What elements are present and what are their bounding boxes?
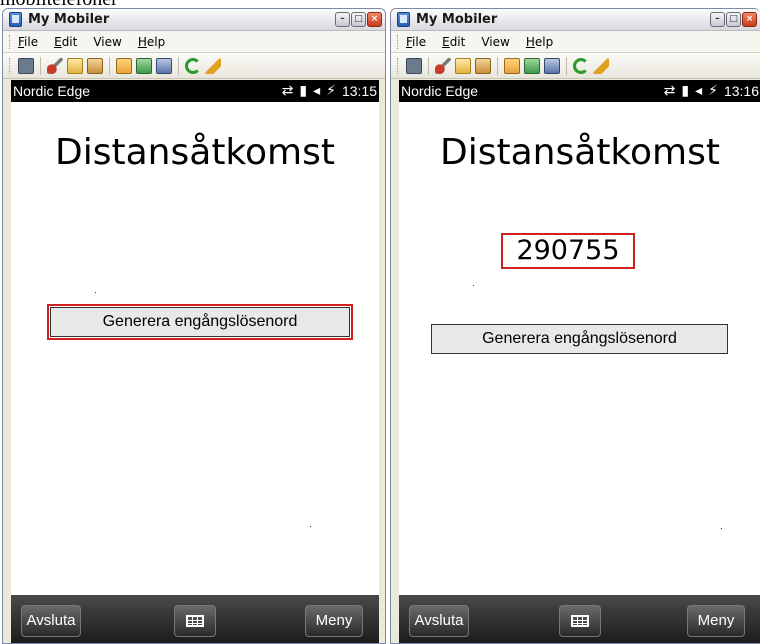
monitor-icon[interactable] (18, 57, 34, 74)
title-bar[interactable]: My Mobiler – □ × (3, 9, 385, 31)
plug-icon: ⚡ (708, 83, 718, 99)
clean-icon[interactable] (593, 57, 609, 74)
volume-icon: ◂ (695, 83, 703, 99)
toolbar-separator (109, 56, 110, 75)
screen2-icon[interactable] (524, 57, 540, 74)
toolbar-separator (497, 56, 498, 75)
toolbar-grip (9, 57, 12, 74)
cut-icon[interactable] (435, 57, 451, 74)
sync-icon: ⇄ (663, 83, 676, 99)
app-title: Distansåtkomst (55, 132, 335, 173)
copy-icon[interactable] (67, 57, 83, 74)
menu-grip (397, 34, 400, 49)
app-icon (397, 12, 410, 27)
sync-icon: ⇄ (281, 83, 294, 99)
stray-dot (721, 528, 722, 529)
maximize-icon[interactable]: □ (726, 12, 741, 27)
softkey-exit[interactable]: Avsluta (409, 605, 469, 637)
signal-icon: ▮ (681, 83, 690, 99)
screen3-icon[interactable] (156, 57, 172, 74)
menu-grip (9, 34, 12, 49)
toolbar-separator (428, 56, 429, 75)
volume-icon: ◂ (313, 83, 321, 99)
minimize-icon[interactable]: – (710, 12, 725, 27)
close-icon[interactable]: × (367, 12, 382, 27)
generate-otp-button[interactable]: Generera engångslösenord (47, 304, 353, 340)
refresh-icon[interactable] (185, 57, 201, 74)
mobiler-window-left: My Mobiler – □ × File Edit View Help Nor… (2, 8, 386, 644)
softkey-menu[interactable]: Meny (305, 605, 363, 637)
softkey-menu[interactable]: Meny (687, 605, 745, 637)
toolbar-separator (178, 56, 179, 75)
carrier-name: Nordic Edge (401, 83, 479, 99)
toolbar (391, 53, 760, 79)
device-screen: Nordic Edge ⇄ ▮ ◂ ⚡ 13:16 Distansåtkomst… (399, 80, 760, 643)
carrier-name: Nordic Edge (13, 83, 91, 99)
toolbar-separator (566, 56, 567, 75)
menu-bar: File Edit View Help (3, 31, 385, 53)
menu-edit[interactable]: Edit (54, 35, 77, 49)
copy-icon[interactable] (455, 57, 471, 74)
window-title: My Mobiler (416, 12, 498, 27)
status-bar: Nordic Edge ⇄ ▮ ◂ ⚡ 13:16 (399, 80, 760, 102)
stray-dot (310, 526, 311, 527)
plug-icon: ⚡ (326, 83, 336, 99)
clean-icon[interactable] (205, 57, 221, 74)
keyboard-icon (186, 615, 204, 627)
screen2-icon[interactable] (136, 57, 152, 74)
refresh-icon[interactable] (573, 57, 589, 74)
maximize-icon[interactable]: □ (351, 12, 366, 27)
paste-icon[interactable] (87, 57, 103, 74)
keyboard-button[interactable] (559, 605, 601, 637)
clock: 13:16 (723, 83, 759, 99)
softkey-exit[interactable]: Avsluta (21, 605, 81, 637)
soft-key-bar: Avsluta Meny (11, 595, 379, 643)
clock: 13:15 (341, 83, 377, 99)
status-bar: Nordic Edge ⇄ ▮ ◂ ⚡ 13:15 (11, 80, 379, 102)
generate-otp-button[interactable]: Generera engångslösenord (431, 324, 728, 354)
paste-icon[interactable] (475, 57, 491, 74)
toolbar-grip (397, 57, 400, 74)
title-bar[interactable]: My Mobiler – □ × (391, 9, 760, 31)
menu-view[interactable]: View (93, 35, 121, 49)
minimize-icon[interactable]: – (335, 12, 350, 27)
cut-icon[interactable] (47, 57, 63, 74)
window-title: My Mobiler (28, 12, 110, 27)
monitor-icon[interactable] (406, 57, 422, 74)
menu-edit[interactable]: Edit (442, 35, 465, 49)
menu-help[interactable]: Help (138, 35, 165, 49)
menu-file[interactable]: File (406, 35, 426, 49)
soft-key-bar: Avsluta Meny (399, 595, 760, 643)
keyboard-button[interactable] (174, 605, 216, 637)
otp-code: 290755 (501, 233, 635, 269)
screen3-icon[interactable] (544, 57, 560, 74)
menu-view[interactable]: View (481, 35, 509, 49)
menu-file[interactable]: File (18, 35, 38, 49)
screen1-icon[interactable] (504, 57, 520, 74)
app-title: Distansåtkomst (440, 132, 720, 173)
mobiler-window-right: My Mobiler – □ × File Edit View Help Nor… (390, 8, 760, 644)
app-icon (9, 12, 22, 27)
device-screen: Nordic Edge ⇄ ▮ ◂ ⚡ 13:15 Distansåtkomst… (11, 80, 379, 643)
toolbar (3, 53, 385, 79)
screen1-icon[interactable] (116, 57, 132, 74)
stray-dot (95, 292, 96, 293)
menu-help[interactable]: Help (526, 35, 553, 49)
close-icon[interactable]: × (742, 12, 757, 27)
toolbar-separator (40, 56, 41, 75)
stray-dot (473, 285, 474, 286)
menu-bar: File Edit View Help (391, 31, 760, 53)
keyboard-icon (571, 615, 589, 627)
signal-icon: ▮ (299, 83, 308, 99)
